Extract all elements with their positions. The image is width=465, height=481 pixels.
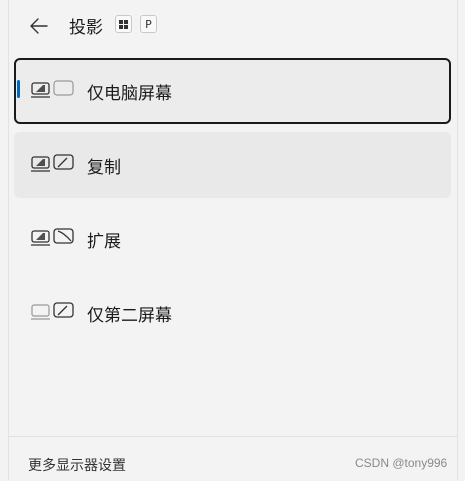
- project-panel: 投影 P 仅电脑屏幕 复制 扩展 仅第二屏幕 更多显示器设置: [8, 0, 458, 480]
- option-pc-screen-only[interactable]: 仅电脑屏幕: [14, 58, 451, 124]
- option-second-screen-only[interactable]: 仅第二屏幕: [14, 280, 451, 346]
- back-button[interactable]: [23, 12, 55, 40]
- watermark-text: CSDN @tony996: [355, 456, 448, 470]
- selection-indicator: [17, 80, 20, 98]
- option-label: 仅电脑屏幕: [87, 84, 172, 104]
- panel-header: 投影 P: [9, 0, 457, 54]
- option-label: 复制: [87, 158, 121, 178]
- pc-screen-only-icon: [31, 80, 74, 98]
- duplicate-icon: [31, 154, 74, 172]
- windows-key-badge: [115, 15, 132, 33]
- option-label: 扩展: [87, 232, 121, 252]
- p-key-badge: P: [140, 15, 157, 33]
- extend-icon: [31, 228, 74, 246]
- option-extend[interactable]: 扩展: [14, 206, 451, 272]
- windows-logo-icon: [119, 19, 128, 29]
- second-screen-only-icon: [31, 302, 74, 320]
- option-duplicate[interactable]: 复制: [14, 132, 451, 198]
- more-display-settings-link[interactable]: 更多显示器设置: [28, 455, 126, 475]
- back-arrow-icon: [30, 18, 48, 34]
- option-label: 仅第二屏幕: [87, 306, 172, 326]
- panel-title: 投影: [69, 18, 103, 38]
